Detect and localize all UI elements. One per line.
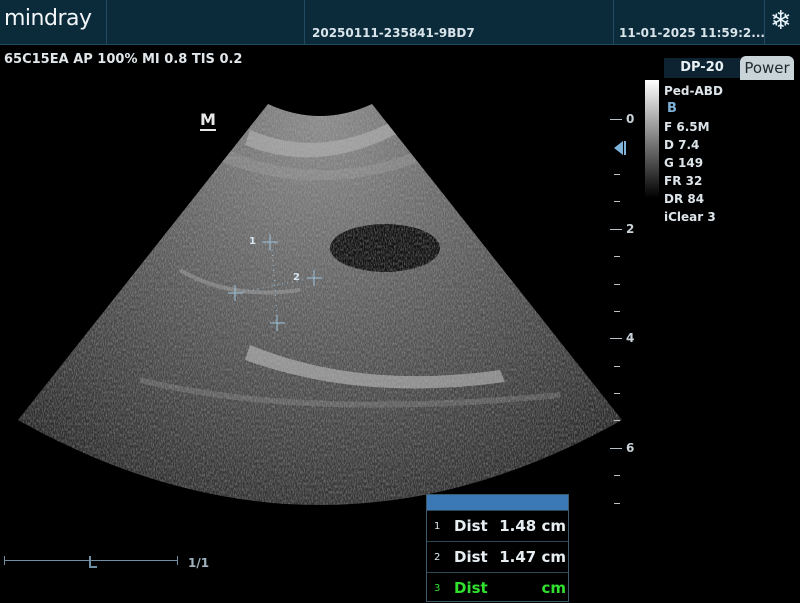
depth-tick (614, 503, 620, 504)
focus-bar (624, 141, 626, 155)
measurement-name: Dist (454, 579, 488, 597)
depth-label: 2 (626, 222, 635, 236)
measurement-row[interactable]: 2 Dist 1.47 cm (427, 541, 568, 572)
depth-tick (614, 284, 620, 285)
depth-scale: 0 2 4 6 (608, 100, 648, 520)
cine-slider-start (4, 556, 5, 565)
depth-tick (614, 311, 620, 312)
cine-slider-end (177, 556, 178, 565)
depth-tick (614, 201, 620, 202)
depth-tick (614, 256, 620, 257)
sector-fan (18, 104, 622, 505)
measurement-value: cm (541, 579, 566, 597)
depth-tick (614, 174, 620, 175)
depth-label: 6 (626, 441, 635, 455)
depth-tick-major (610, 338, 622, 339)
measurement-row[interactable]: 1 Dist 1.48 cm (427, 510, 568, 541)
depth-label: 0 (626, 112, 635, 126)
measurement-panel-header (427, 495, 568, 510)
measurement-value: 1.47 cm (499, 548, 566, 566)
tab-power[interactable]: Power (740, 56, 794, 80)
measurement-panel: 1 Dist 1.48 cm 2 Dist 1.47 cm 3 Dist cm (426, 494, 569, 602)
imaging-params: Ped-ABD B F 6.5M D 7.4 G 149 FR 32 DR 84… (664, 82, 723, 226)
measurement-number: 1 (434, 521, 441, 532)
orientation-marker: M (200, 110, 216, 131)
cine-slider-thumb[interactable] (88, 556, 97, 568)
tab-dp[interactable]: DP-20 (664, 58, 740, 78)
depth-tick (614, 366, 620, 367)
param-gain: G 149 (664, 156, 704, 170)
param-frame-rate: FR 32 (664, 174, 703, 188)
depth-tick-major (610, 229, 622, 230)
mode-label: B (667, 101, 677, 116)
depth-tick (614, 393, 620, 394)
depth-tick (614, 420, 620, 421)
param-dynamic-range: DR 84 (664, 192, 705, 206)
param-frequency: F 6.5M (664, 120, 710, 134)
depth-tick-major (610, 119, 622, 120)
measurement-value: 1.48 cm (499, 517, 566, 535)
param-iclear: iClear 3 (664, 210, 716, 224)
measurement-number: 3 (434, 583, 441, 594)
preset-label: Ped-ABD (664, 84, 723, 98)
depth-label: 4 (626, 331, 635, 345)
depth-tick (614, 475, 620, 476)
measurement-name: Dist (454, 517, 488, 535)
measurement-name: Dist (454, 548, 488, 566)
grayscale-bar (645, 80, 659, 198)
focus-position-icon[interactable] (614, 141, 623, 155)
caliper-label: 2 (293, 272, 300, 283)
measurement-row-active[interactable]: 3 Dist cm (427, 572, 568, 603)
param-depth: D 7.4 (664, 138, 700, 152)
measurement-number: 2 (434, 552, 441, 563)
caliper-label: 1 (249, 236, 256, 247)
depth-tick-major (610, 448, 622, 449)
page-indicator: 1/1 (188, 556, 210, 570)
